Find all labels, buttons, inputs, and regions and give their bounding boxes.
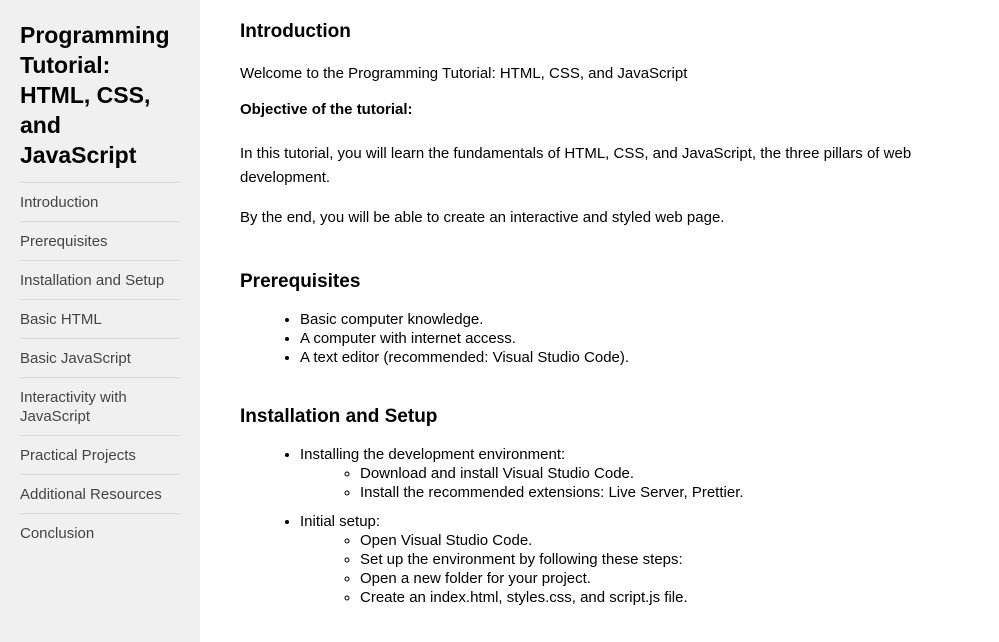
sidebar-item-additional-resources[interactable]: Additional Resources [20,474,180,513]
introduction-heading: Introduction [240,21,351,42]
outcome-text: By the end, you will be able to create a… [240,209,725,226]
list-item: A text editor (recommended: Visual Studi… [300,348,959,367]
initial-setup-label: Initial setup: [300,513,381,530]
sidebar-title: Programming Tutorial: HTML, CSS, and Jav… [20,22,170,168]
list-item: Basic computer knowledge. [300,310,959,329]
sidebar-item-basic-javascript[interactable]: Basic JavaScript [20,338,180,377]
installation-list: Installing the development environment: … [240,445,959,607]
page: Programming Tutorial: HTML, CSS, and Jav… [0,0,999,642]
sidebar-item-basic-html[interactable]: Basic HTML [20,299,180,338]
sidebar-item-practical-projects[interactable]: Practical Projects [20,435,180,474]
list-item: Create an index.html, styles.css, and sc… [360,588,959,607]
objective-label: Objective of the tutorial: [240,101,413,118]
initial-setup-sublist: Open Visual Studio Code. Set up the envi… [300,531,959,607]
list-item: Install the recommended extensions: Live… [360,483,959,502]
introduction-section: Introduction Welcome to the Programming … [240,20,959,230]
sidebar-item-prerequisites[interactable]: Prerequisites [20,221,180,260]
sidebar-item-interactivity-with-javascript[interactable]: Interactivity with JavaScript [20,377,180,435]
installation-group-label: Installing the development environment: [300,446,566,463]
list-item: Set up the environment by following thes… [360,550,959,569]
sidebar: Programming Tutorial: HTML, CSS, and Jav… [0,0,200,642]
objective-text: In this tutorial, you will learn the fun… [240,145,912,186]
list-item: Open Visual Studio Code. [360,531,959,550]
prerequisites-heading: Prerequisites [240,271,361,292]
installation-heading: Installation and Setup [240,406,438,427]
sidebar-item-introduction[interactable]: Introduction [20,182,180,221]
list-item: Installing the development environment: … [300,445,959,502]
list-item: Initial setup: Open Visual Studio Code. … [300,512,959,607]
list-item: Download and install Visual Studio Code. [360,464,959,483]
sidebar-item-installation-and-setup[interactable]: Installation and Setup [20,260,180,299]
sidebar-nav: Introduction Prerequisites Installation … [20,182,180,552]
sidebar-item-conclusion[interactable]: Conclusion [20,513,180,552]
prerequisites-section: Prerequisites Basic computer knowledge. … [240,270,959,367]
welcome-text: Welcome to the Programming Tutorial: HTM… [240,65,688,82]
list-item: Open a new folder for your project. [360,569,959,588]
main-content: Introduction Welcome to the Programming … [200,0,999,642]
installation-sublist: Download and install Visual Studio Code.… [300,464,959,502]
list-item: A computer with internet access. [300,329,959,348]
installation-section: Installation and Setup Installing the de… [240,405,959,607]
prerequisites-list: Basic computer knowledge. A computer wit… [240,310,959,367]
